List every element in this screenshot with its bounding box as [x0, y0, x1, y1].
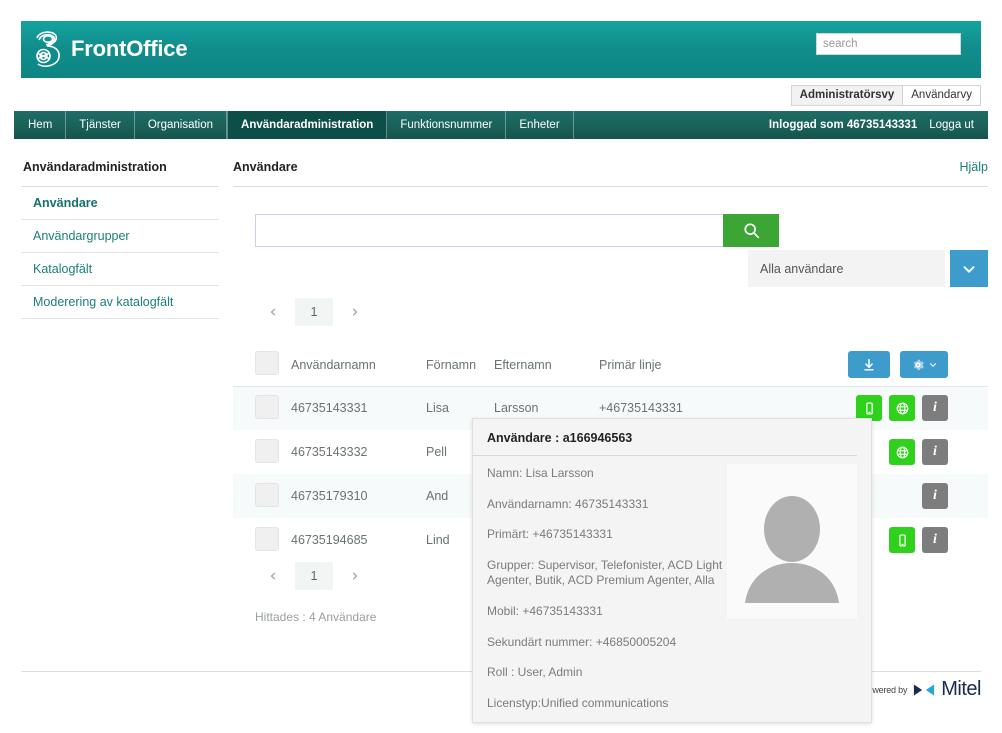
nav-item-anvandaradministration[interactable]: Användaradministration: [227, 111, 388, 139]
nav-right-group: Inloggad som 46735143331 Logga ut: [769, 111, 988, 139]
view-switch-user[interactable]: Användarvy: [903, 86, 980, 105]
row-checkbox[interactable]: [255, 482, 279, 507]
popover-line-name: Namn: Lisa Larsson: [487, 466, 594, 480]
app-page: FrontOffice Administratörsvy Användarvy …: [0, 0, 1002, 733]
info-icon: i: [933, 532, 937, 547]
chevron-down-icon: [929, 362, 936, 367]
user-search-input[interactable]: [255, 214, 724, 247]
select-all-cell: [233, 344, 291, 386]
brand-logo[interactable]: FrontOffice: [29, 26, 188, 72]
nav-item-funktionsnummer[interactable]: Funktionsnummer: [387, 111, 507, 139]
user-filter-caret-button[interactable]: [950, 250, 988, 287]
row-checkbox[interactable]: [255, 526, 279, 551]
cell-username: 46735143331: [291, 401, 368, 416]
download-icon: [864, 358, 874, 371]
row-checkbox[interactable]: [255, 394, 279, 419]
info-icon: i: [933, 400, 937, 416]
brand-header: FrontOffice: [21, 21, 981, 78]
table-header-row: Användarnamn Förnamn Efternamn Primär li…: [233, 344, 988, 386]
popover-title: Användare : a166946563: [473, 419, 857, 456]
brand-name: FrontOffice: [71, 36, 188, 61]
global-search-input[interactable]: [816, 33, 961, 55]
pagination-prev-button-bottom[interactable]: ‹: [255, 562, 291, 590]
sidebar: Användaradministration Användare Använda…: [21, 160, 219, 319]
user-details-popover: Användare : a166946563 Namn: Lisa Larsso…: [472, 418, 872, 723]
mobile-icon: [865, 402, 873, 415]
content-header: Användare Hjälp: [233, 160, 988, 187]
export-download-button[interactable]: [848, 351, 890, 379]
pagination-prev-button[interactable]: ‹: [255, 298, 291, 326]
popover-line-groups: Grupper: Supervisor, Telefonister, ACD L…: [487, 557, 723, 588]
mobile-action-button[interactable]: [889, 527, 915, 553]
sidebar-item-katalogfalt[interactable]: Katalogfält: [21, 253, 219, 286]
row-select-cell: [233, 474, 291, 518]
nav-item-organisation[interactable]: Organisation: [135, 111, 228, 139]
info-action-button[interactable]: i: [922, 527, 948, 553]
avatar: [727, 464, 857, 619]
column-header-username[interactable]: Användarnamn: [291, 344, 426, 386]
popover-line-license: Licenstyp:Unified communications: [487, 695, 669, 710]
row-select-cell: [233, 386, 291, 430]
search-button[interactable]: [723, 214, 779, 247]
search-row: [233, 214, 988, 247]
popover-body: Namn: Lisa Larsson Användarnamn: 4673514…: [473, 456, 871, 711]
popover-line-mobile: Mobil: +46735143331: [487, 603, 603, 618]
chevron-down-icon: [963, 265, 975, 273]
popover-line-username: Användarnamn: 46735143331: [487, 496, 649, 511]
nav-item-hem[interactable]: Hem: [14, 111, 67, 139]
person-avatar-icon: [745, 496, 839, 603]
pagination-page-1[interactable]: 1: [295, 298, 333, 326]
nav-item-tjanster[interactable]: Tjänster: [66, 111, 135, 139]
info-action-button[interactable]: i: [922, 439, 948, 465]
sidebar-title: Användaradministration: [21, 160, 219, 187]
pagination-top: ‹ 1 ›: [233, 298, 988, 326]
view-switch-admin[interactable]: Administratörsvy: [791, 86, 904, 105]
help-link[interactable]: Hjälp: [960, 160, 989, 174]
pagination-page-1-bottom[interactable]: 1: [295, 562, 333, 590]
table-settings-button[interactable]: [900, 351, 948, 379]
footer-brand: Powered by Mitel: [862, 678, 982, 701]
cell-username: 46735143332: [291, 445, 368, 459]
mitel-bowtie-icon: [914, 684, 935, 695]
column-header-lastname[interactable]: Efternamn: [494, 344, 599, 386]
row-checkbox[interactable]: [255, 438, 279, 463]
user-filter-select[interactable]: Alla användare: [748, 250, 945, 287]
popover-line-role: Roll : User, Admin: [487, 665, 583, 680]
filter-row: Alla användare: [233, 250, 988, 287]
pagination-next-button-bottom[interactable]: ›: [337, 562, 373, 590]
pagination-next-button[interactable]: ›: [337, 298, 373, 326]
sidebar-item-anvandare[interactable]: Användare: [21, 187, 219, 220]
mitel-wordmark: Mitel: [941, 678, 981, 700]
column-header-primaryline[interactable]: Primär linje: [599, 344, 779, 386]
logout-link[interactable]: Logga ut: [929, 119, 974, 131]
web-action-button[interactable]: [889, 439, 915, 465]
cell-username: 46735179310: [291, 489, 368, 503]
table-toolbar-cell: [779, 344, 988, 386]
info-action-button[interactable]: i: [922, 395, 948, 422]
nav-item-enheter[interactable]: Enheter: [506, 111, 574, 139]
gear-icon: [913, 359, 924, 370]
column-header-firstname[interactable]: Förnamn: [426, 344, 494, 386]
view-switcher: Administratörsvy Användarvy: [790, 85, 981, 106]
cell-username: 46735194685: [291, 533, 368, 547]
popover-line-primary: Primärt: +46735143331: [487, 527, 613, 542]
sidebar-item-anvandargrupper[interactable]: Användargrupper: [21, 220, 219, 253]
main-navbar: Hem Tjänster Organisation Användaradmini…: [14, 111, 988, 139]
row-select-cell: [233, 518, 291, 562]
select-all-checkbox[interactable]: [255, 351, 279, 376]
info-icon: i: [933, 488, 937, 503]
mobile-icon: [898, 533, 906, 547]
three-logo-icon: [36, 31, 60, 67]
sidebar-item-moderering[interactable]: Moderering av katalogfält: [21, 286, 219, 319]
globe-icon: [896, 446, 908, 458]
web-action-button[interactable]: [889, 395, 915, 422]
row-select-cell: [233, 430, 291, 474]
page-title: Användare: [233, 160, 298, 174]
info-action-button[interactable]: i: [922, 483, 948, 509]
globe-icon: [896, 402, 908, 415]
popover-line-secondary: Sekundärt nummer: +46850005204: [487, 634, 677, 649]
logged-in-label: Inloggad som 46735143331: [768, 119, 918, 131]
search-icon: [743, 223, 759, 239]
info-icon: i: [933, 444, 937, 459]
